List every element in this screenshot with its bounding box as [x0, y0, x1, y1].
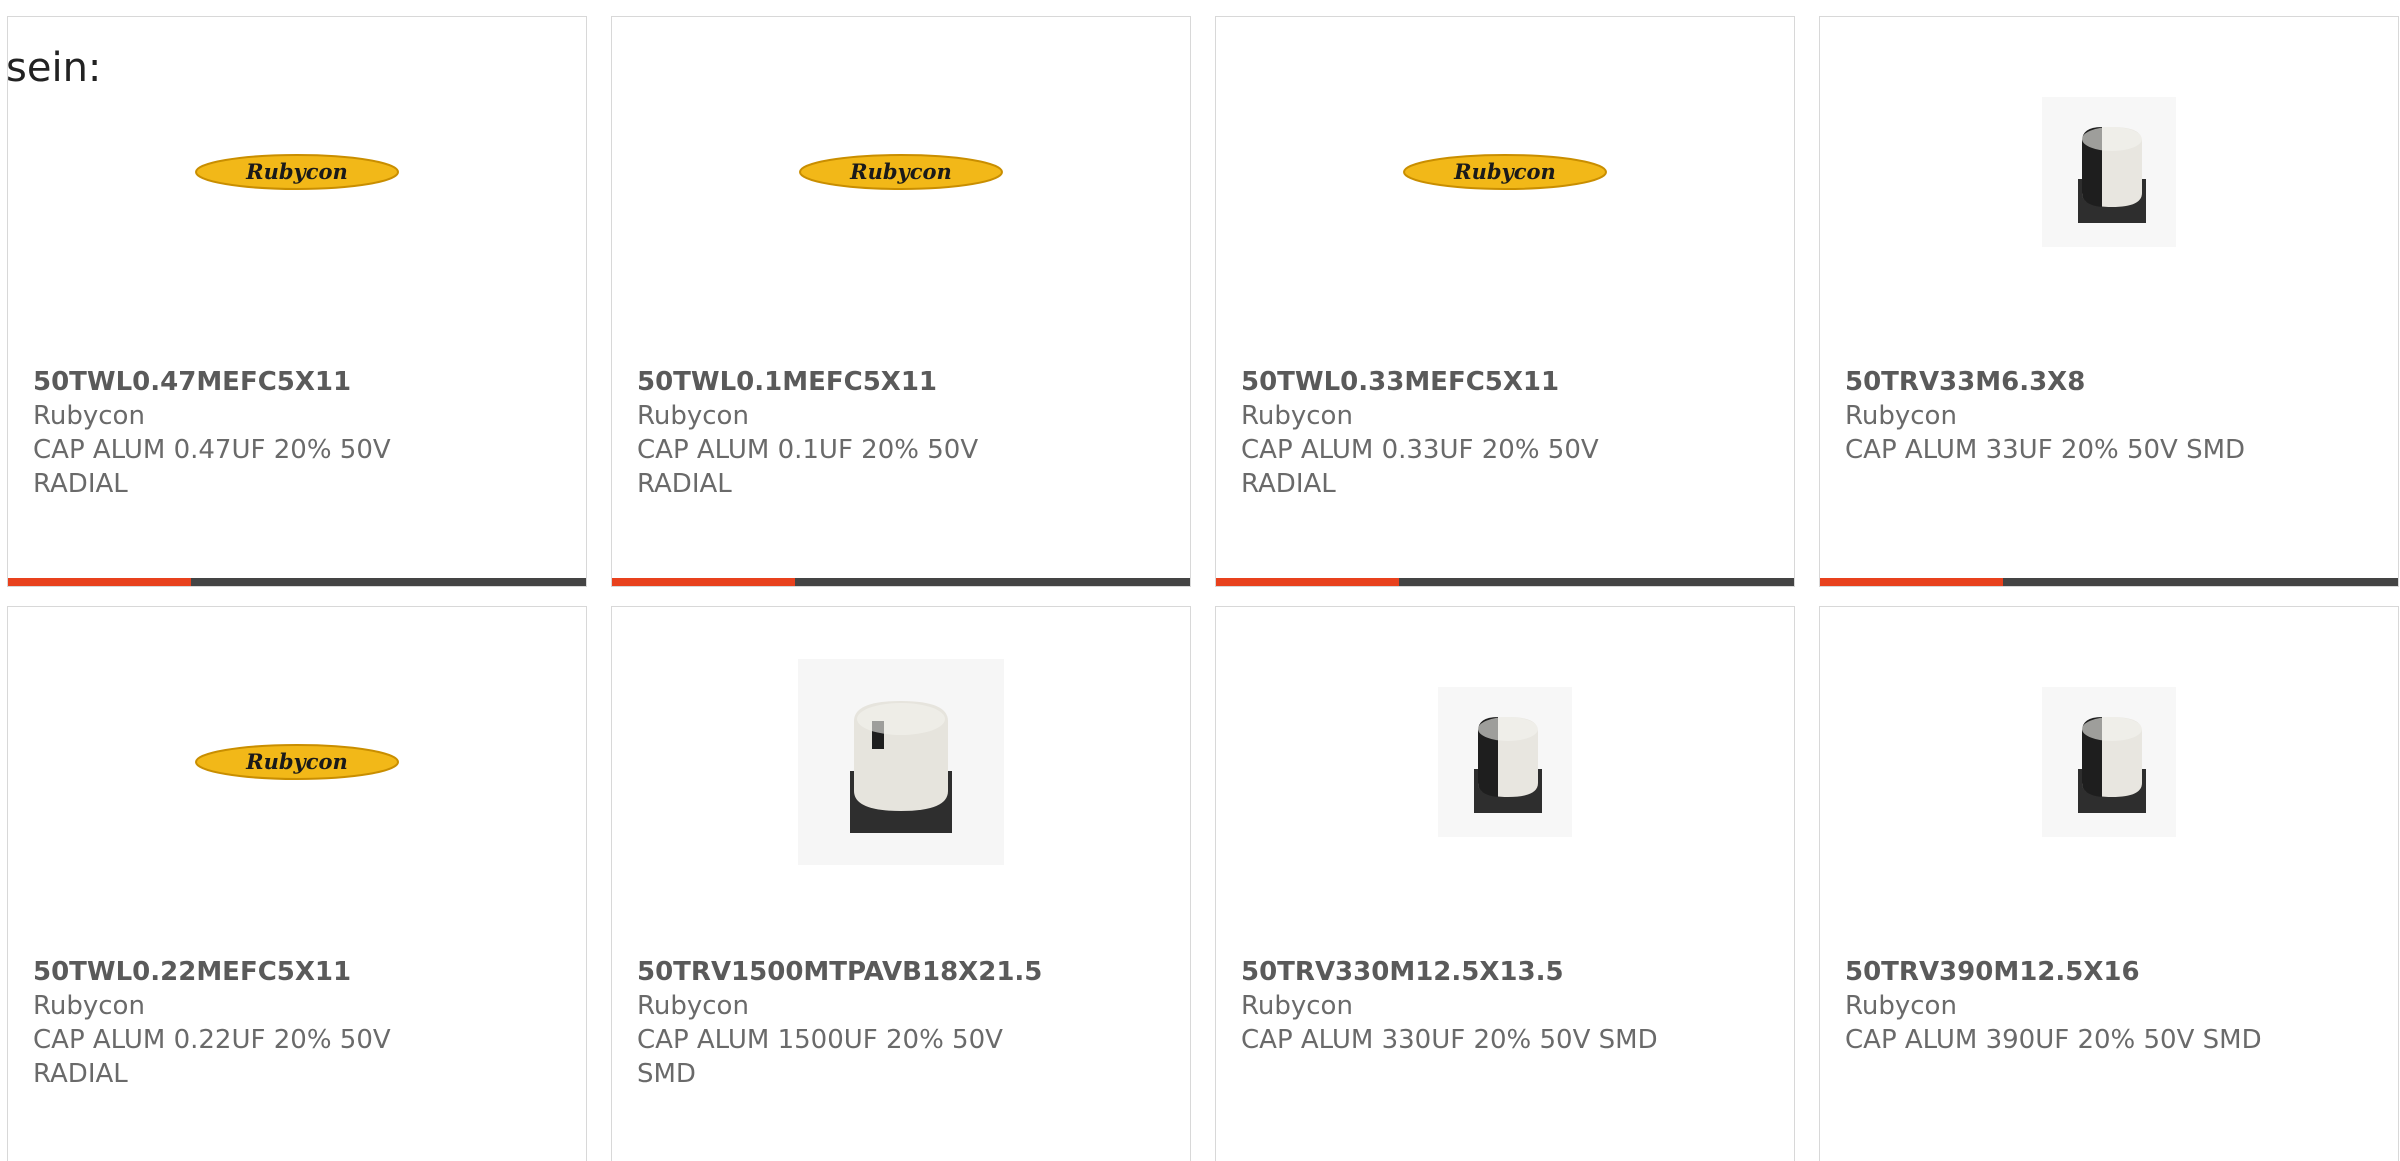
- product-card[interactable]: Rubycon 50TWL0.22MEFC5X11 Rubycon CAP AL…: [7, 606, 587, 1161]
- product-description: CAP ALUM 390UF 20% 50V SMD: [1845, 1025, 2262, 1055]
- part-number-link[interactable]: 50TRV33M6.3X8: [1845, 365, 2265, 399]
- part-number-link[interactable]: 50TRV330M12.5X13.5: [1241, 955, 1661, 989]
- product-description: CAP ALUM 33UF 20% 50V SMD: [1845, 435, 2246, 465]
- manufacturer-label: Rubycon: [637, 991, 749, 1021]
- svg-text:Rubycon: Rubycon: [245, 159, 348, 184]
- product-description: CAP ALUM 0.22UF 20% 50V RADIAL: [33, 1025, 391, 1089]
- part-number-link[interactable]: 50TWL0.22MEFC5X11: [33, 955, 453, 989]
- product-grid: sein: Rubycon 50TWL0.47MEFC5X11 Rubycon …: [0, 0, 2400, 1161]
- rubycon-logo-icon: Rubycon: [1403, 154, 1607, 190]
- product-image[interactable]: Rubycon: [8, 97, 586, 247]
- manufacturer-label: Rubycon: [33, 401, 145, 431]
- product-card[interactable]: Rubycon 50TWL0.47MEFC5X11 Rubycon CAP AL…: [7, 16, 587, 587]
- part-number-link[interactable]: 50TRV390M12.5X16: [1845, 955, 2265, 989]
- product-image[interactable]: Rubycon: [612, 97, 1190, 247]
- smd-capacitor-icon: [2042, 97, 2176, 247]
- svg-text:Rubycon: Rubycon: [1453, 159, 1556, 184]
- product-image[interactable]: [612, 659, 1190, 865]
- svg-text:Rubycon: Rubycon: [849, 159, 952, 184]
- card-footer-accent: [8, 578, 191, 586]
- product-card[interactable]: 50TRV330M12.5X13.5 Rubycon CAP ALUM 330U…: [1215, 606, 1795, 1161]
- product-image[interactable]: [1820, 687, 2398, 837]
- product-image[interactable]: [1820, 97, 2398, 247]
- smd-capacitor-icon: [2042, 687, 2176, 837]
- rubycon-logo-icon: Rubycon: [799, 154, 1003, 190]
- stray-text: sein:: [6, 45, 102, 91]
- product-description: CAP ALUM 0.1UF 20% 50V RADIAL: [637, 435, 979, 499]
- product-description: CAP ALUM 0.33UF 20% 50V RADIAL: [1241, 435, 1599, 499]
- card-footer-bar: [8, 578, 586, 586]
- product-description: CAP ALUM 1500UF 20% 50V SMD: [637, 1025, 1003, 1089]
- manufacturer-label: Rubycon: [1845, 401, 1957, 431]
- smd-capacitor-icon: [1438, 687, 1572, 837]
- part-number-link[interactable]: 50TWL0.33MEFC5X11: [1241, 365, 1661, 399]
- manufacturer-label: Rubycon: [1845, 991, 1957, 1021]
- card-footer-bar: [612, 578, 1190, 586]
- manufacturer-label: Rubycon: [1241, 991, 1353, 1021]
- product-image[interactable]: [1216, 687, 1794, 837]
- card-footer-bar: [1820, 578, 2398, 586]
- smd-capacitor-icon: [798, 659, 1004, 865]
- product-description: CAP ALUM 0.47UF 20% 50V RADIAL: [33, 435, 391, 499]
- svg-text:Rubycon: Rubycon: [245, 749, 348, 774]
- product-image[interactable]: Rubycon: [1216, 97, 1794, 247]
- product-card[interactable]: Rubycon 50TWL0.33MEFC5X11 Rubycon CAP AL…: [1215, 16, 1795, 587]
- product-card[interactable]: 50TRV33M6.3X8 Rubycon CAP ALUM 33UF 20% …: [1819, 16, 2399, 587]
- card-footer-accent: [1820, 578, 2003, 586]
- product-card[interactable]: 50TRV1500MTPAVB18X21.5 Rubycon CAP ALUM …: [611, 606, 1191, 1161]
- rubycon-logo-icon: Rubycon: [195, 744, 399, 780]
- part-number-link[interactable]: 50TWL0.47MEFC5X11: [33, 365, 453, 399]
- part-number-link[interactable]: 50TRV1500MTPAVB18X21.5: [637, 955, 1057, 989]
- rubycon-logo-icon: Rubycon: [195, 154, 399, 190]
- card-footer-accent: [612, 578, 795, 586]
- product-description: CAP ALUM 330UF 20% 50V SMD: [1241, 1025, 1658, 1055]
- product-image[interactable]: Rubycon: [8, 687, 586, 837]
- manufacturer-label: Rubycon: [1241, 401, 1353, 431]
- card-footer-accent: [1216, 578, 1399, 586]
- manufacturer-label: Rubycon: [33, 991, 145, 1021]
- part-number-link[interactable]: 50TWL0.1MEFC5X11: [637, 365, 1057, 399]
- card-footer-bar: [1216, 578, 1794, 586]
- manufacturer-label: Rubycon: [637, 401, 749, 431]
- product-card[interactable]: 50TRV390M12.5X16 Rubycon CAP ALUM 390UF …: [1819, 606, 2399, 1161]
- product-card[interactable]: Rubycon 50TWL0.1MEFC5X11 Rubycon CAP ALU…: [611, 16, 1191, 587]
